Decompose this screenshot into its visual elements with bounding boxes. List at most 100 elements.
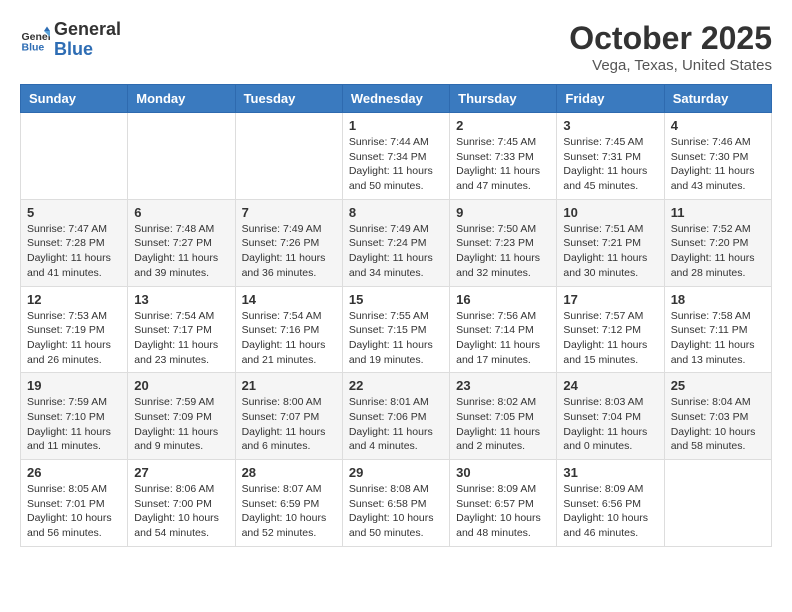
- day-cell: 10 Sunrise: 7:51 AMSunset: 7:21 PMDayligh…: [557, 199, 664, 286]
- day-cell: 21 Sunrise: 8:00 AMSunset: 7:07 PMDayligh…: [235, 373, 342, 460]
- day-number: 10: [563, 205, 657, 220]
- day-cell: 30 Sunrise: 8:09 AMSunset: 6:57 PMDayligh…: [450, 460, 557, 547]
- day-number: 14: [242, 292, 336, 307]
- day-number: 23: [456, 378, 550, 393]
- day-number: 21: [242, 378, 336, 393]
- week-row-1: 1 Sunrise: 7:44 AMSunset: 7:34 PMDaylight…: [21, 113, 772, 200]
- day-number: 11: [671, 205, 765, 220]
- day-info: Sunrise: 8:09 AMSunset: 6:57 PMDaylight:…: [456, 482, 550, 541]
- day-number: 6: [134, 205, 228, 220]
- day-info: Sunrise: 7:51 AMSunset: 7:21 PMDaylight:…: [563, 222, 657, 281]
- day-cell: 1 Sunrise: 7:44 AMSunset: 7:34 PMDaylight…: [342, 113, 449, 200]
- day-number: 25: [671, 378, 765, 393]
- day-cell: 18Sunrise: 7:58 AMSunset: 7:11 PMDayligh…: [664, 286, 771, 373]
- day-info: Sunrise: 7:44 AMSunset: 7:34 PMDaylight:…: [349, 135, 443, 194]
- logo-icon: General Blue: [20, 25, 50, 55]
- weekday-header-friday: Friday: [557, 85, 664, 113]
- day-info: Sunrise: 7:50 AMSunset: 7:23 PMDaylight:…: [456, 222, 550, 281]
- weekday-header-sunday: Sunday: [21, 85, 128, 113]
- week-row-3: 12Sunrise: 7:53 AMSunset: 7:19 PMDayligh…: [21, 286, 772, 373]
- day-info: Sunrise: 8:04 AMSunset: 7:03 PMDaylight:…: [671, 395, 765, 454]
- day-info: Sunrise: 8:00 AMSunset: 7:07 PMDaylight:…: [242, 395, 336, 454]
- day-cell: 4 Sunrise: 7:46 AMSunset: 7:30 PMDaylight…: [664, 113, 771, 200]
- day-cell: [235, 113, 342, 200]
- day-number: 1: [349, 118, 443, 133]
- day-number: 5: [27, 205, 121, 220]
- weekday-header-saturday: Saturday: [664, 85, 771, 113]
- day-number: 30: [456, 465, 550, 480]
- svg-text:Blue: Blue: [22, 41, 45, 53]
- day-number: 12: [27, 292, 121, 307]
- day-number: 8: [349, 205, 443, 220]
- day-cell: 6 Sunrise: 7:48 AMSunset: 7:27 PMDaylight…: [128, 199, 235, 286]
- logo-text-blue: Blue: [54, 40, 121, 60]
- day-info: Sunrise: 7:55 AMSunset: 7:15 PMDaylight:…: [349, 309, 443, 368]
- weekday-header-wednesday: Wednesday: [342, 85, 449, 113]
- day-info: Sunrise: 8:06 AMSunset: 7:00 PMDaylight:…: [134, 482, 228, 541]
- day-cell: 14Sunrise: 7:54 AMSunset: 7:16 PMDayligh…: [235, 286, 342, 373]
- weekday-header-row: SundayMondayTuesdayWednesdayThursdayFrid…: [21, 85, 772, 113]
- day-info: Sunrise: 7:46 AMSunset: 7:30 PMDaylight:…: [671, 135, 765, 194]
- day-cell: 5 Sunrise: 7:47 AMSunset: 7:28 PMDaylight…: [21, 199, 128, 286]
- day-info: Sunrise: 7:48 AMSunset: 7:27 PMDaylight:…: [134, 222, 228, 281]
- day-info: Sunrise: 7:56 AMSunset: 7:14 PMDaylight:…: [456, 309, 550, 368]
- day-number: 31: [563, 465, 657, 480]
- day-cell: 16 Sunrise: 7:56 AMSunset: 7:14 PMDayligh…: [450, 286, 557, 373]
- day-info: Sunrise: 7:57 AMSunset: 7:12 PMDaylight:…: [563, 309, 657, 368]
- day-number: 15: [349, 292, 443, 307]
- day-number: 13: [134, 292, 228, 307]
- day-info: Sunrise: 8:08 AMSunset: 6:58 PMDaylight:…: [349, 482, 443, 541]
- day-info: Sunrise: 8:03 AMSunset: 7:04 PMDaylight:…: [563, 395, 657, 454]
- day-info: Sunrise: 7:47 AMSunset: 7:28 PMDaylight:…: [27, 222, 121, 281]
- logo: General Blue General Blue: [20, 20, 121, 60]
- day-cell: 9Sunrise: 7:50 AMSunset: 7:23 PMDaylight…: [450, 199, 557, 286]
- day-cell: 12Sunrise: 7:53 AMSunset: 7:19 PMDayligh…: [21, 286, 128, 373]
- day-number: 3: [563, 118, 657, 133]
- day-info: Sunrise: 7:59 AMSunset: 7:10 PMDaylight:…: [27, 395, 121, 454]
- week-row-4: 19 Sunrise: 7:59 AMSunset: 7:10 PMDayligh…: [21, 373, 772, 460]
- day-number: 22: [349, 378, 443, 393]
- weekday-header-thursday: Thursday: [450, 85, 557, 113]
- page-header: General Blue General Blue October 2025 V…: [20, 20, 772, 74]
- day-cell: 13 Sunrise: 7:54 AMSunset: 7:17 PMDayligh…: [128, 286, 235, 373]
- day-info: Sunrise: 8:01 AMSunset: 7:06 PMDaylight:…: [349, 395, 443, 454]
- day-info: Sunrise: 7:52 AMSunset: 7:20 PMDaylight:…: [671, 222, 765, 281]
- day-number: 28: [242, 465, 336, 480]
- day-info: Sunrise: 7:45 AMSunset: 7:33 PMDaylight:…: [456, 135, 550, 194]
- day-number: 18: [671, 292, 765, 307]
- day-cell: 3Sunrise: 7:45 AMSunset: 7:31 PMDaylight…: [557, 113, 664, 200]
- day-cell: [128, 113, 235, 200]
- day-number: 26: [27, 465, 121, 480]
- day-number: 4: [671, 118, 765, 133]
- day-cell: 20 Sunrise: 7:59 AMSunset: 7:09 PMDayligh…: [128, 373, 235, 460]
- day-number: 2: [456, 118, 550, 133]
- day-info: Sunrise: 7:49 AMSunset: 7:24 PMDaylight:…: [349, 222, 443, 281]
- day-number: 20: [134, 378, 228, 393]
- day-info: Sunrise: 7:59 AMSunset: 7:09 PMDaylight:…: [134, 395, 228, 454]
- day-info: Sunrise: 8:05 AMSunset: 7:01 PMDaylight:…: [27, 482, 121, 541]
- day-cell: 7Sunrise: 7:49 AMSunset: 7:26 PMDaylight…: [235, 199, 342, 286]
- day-info: Sunrise: 8:09 AMSunset: 6:56 PMDaylight:…: [563, 482, 657, 541]
- day-number: 17: [563, 292, 657, 307]
- day-number: 29: [349, 465, 443, 480]
- week-row-2: 5 Sunrise: 7:47 AMSunset: 7:28 PMDaylight…: [21, 199, 772, 286]
- day-info: Sunrise: 8:07 AMSunset: 6:59 PMDaylight:…: [242, 482, 336, 541]
- day-number: 16: [456, 292, 550, 307]
- day-info: Sunrise: 7:54 AMSunset: 7:17 PMDaylight:…: [134, 309, 228, 368]
- day-number: 19: [27, 378, 121, 393]
- day-cell: 17 Sunrise: 7:57 AMSunset: 7:12 PMDayligh…: [557, 286, 664, 373]
- day-cell: 2 Sunrise: 7:45 AMSunset: 7:33 PMDaylight…: [450, 113, 557, 200]
- day-cell: 19 Sunrise: 7:59 AMSunset: 7:10 PMDayligh…: [21, 373, 128, 460]
- day-cell: 29 Sunrise: 8:08 AMSunset: 6:58 PMDayligh…: [342, 460, 449, 547]
- day-cell: 25 Sunrise: 8:04 AMSunset: 7:03 PMDayligh…: [664, 373, 771, 460]
- day-cell: 28 Sunrise: 8:07 AMSunset: 6:59 PMDayligh…: [235, 460, 342, 547]
- week-row-5: 26 Sunrise: 8:05 AMSunset: 7:01 PMDayligh…: [21, 460, 772, 547]
- day-cell: 27 Sunrise: 8:06 AMSunset: 7:00 PMDayligh…: [128, 460, 235, 547]
- weekday-header-monday: Monday: [128, 85, 235, 113]
- day-cell: 22 Sunrise: 8:01 AMSunset: 7:06 PMDayligh…: [342, 373, 449, 460]
- day-number: 27: [134, 465, 228, 480]
- day-cell: [664, 460, 771, 547]
- day-cell: 31 Sunrise: 8:09 AMSunset: 6:56 PMDayligh…: [557, 460, 664, 547]
- calendar: SundayMondayTuesdayWednesdayThursdayFrid…: [20, 84, 772, 547]
- title-area: October 2025 Vega, Texas, United States: [569, 20, 772, 74]
